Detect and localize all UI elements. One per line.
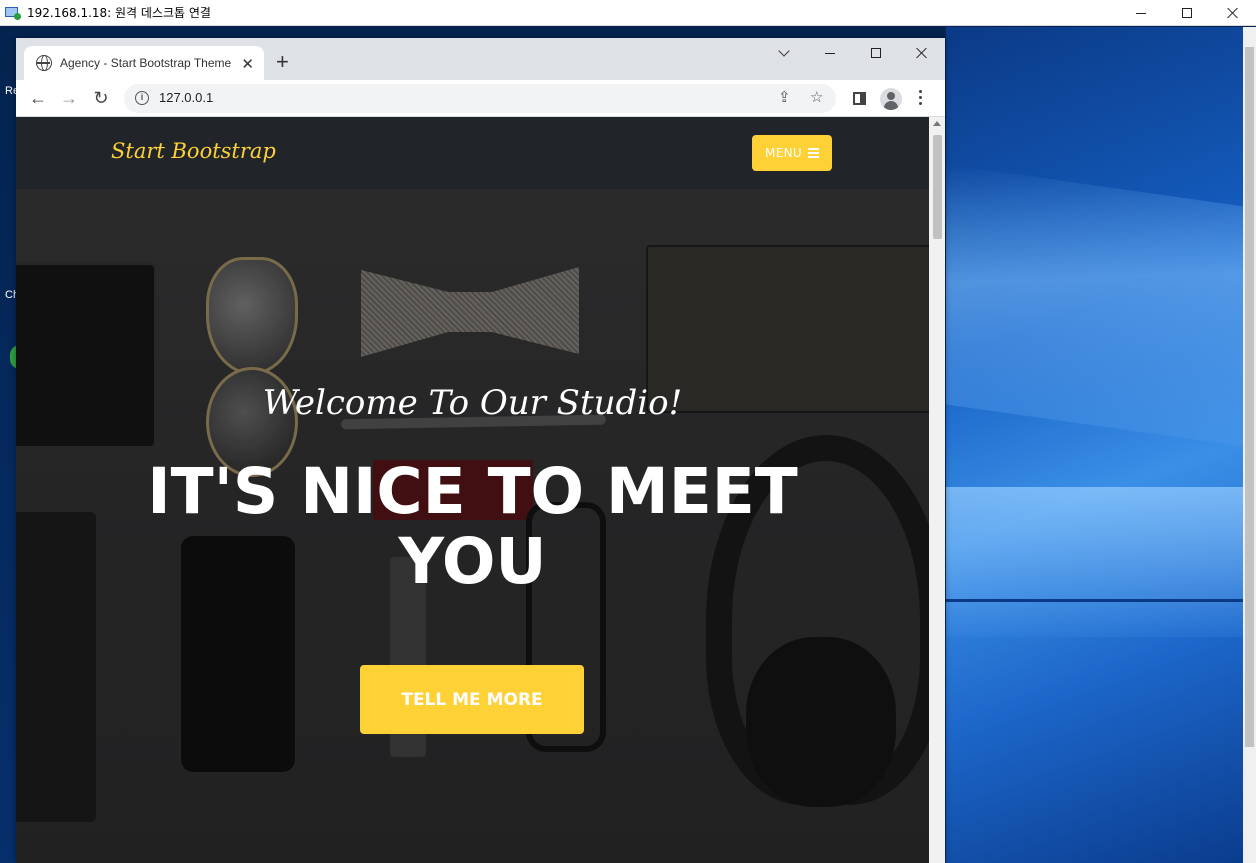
profile-avatar[interactable] — [880, 88, 902, 110]
maximize-icon — [871, 48, 881, 58]
browser-maximize-button[interactable] — [853, 38, 899, 68]
hero-heading: IT'S NICE TO MEET YOU — [147, 455, 798, 598]
close-icon — [916, 47, 928, 59]
share-icon[interactable]: ⇪ — [778, 88, 791, 106]
page-scrollbar-thumb[interactable] — [933, 135, 942, 239]
new-tab-button[interactable]: + — [276, 50, 289, 74]
remote-desktop-icon — [5, 5, 21, 21]
page-scrollbar[interactable] — [929, 117, 945, 863]
browser-window: Agency - Start Bootstrap Theme ✕ + ← → ↻… — [16, 38, 945, 863]
url-text[interactable]: 127.0.0.1 — [159, 90, 213, 105]
maximize-icon — [1182, 8, 1192, 18]
tab-title: Agency - Start Bootstrap Theme — [60, 56, 232, 70]
tab-close-icon[interactable]: ✕ — [241, 55, 254, 73]
rdp-window-title: 192.168.1.18: 원격 데스크톱 연결 — [27, 6, 211, 20]
wallpaper-line — [946, 599, 1256, 602]
browser-tab[interactable]: Agency - Start Bootstrap Theme ✕ — [24, 46, 264, 80]
menu-label: MENU — [765, 146, 802, 160]
tab-strip: Agency - Start Bootstrap Theme ✕ + — [16, 38, 945, 80]
tell-me-more-button[interactable]: TELL ME MORE — [360, 665, 584, 734]
browser-window-controls — [761, 38, 945, 68]
browser-menu-icon[interactable] — [919, 90, 923, 108]
rdp-close-button[interactable] — [1210, 0, 1256, 26]
browser-close-button[interactable] — [899, 38, 945, 68]
webpage: Start Bootstrap MENU Welcome To Our Stud… — [16, 117, 929, 863]
rdp-scrollbar-thumb[interactable] — [1245, 47, 1254, 747]
browser-toolbar: ← → ↻ i 127.0.0.1 ⇪ ☆ — [16, 80, 945, 117]
wallpaper-light — [946, 27, 1256, 863]
tab-search-button[interactable] — [761, 38, 807, 68]
wallpaper-beam — [946, 164, 1256, 450]
side-panel-icon[interactable] — [853, 92, 866, 105]
cta-label: TELL ME MORE — [401, 689, 543, 710]
rdp-scrollbar[interactable] — [1243, 27, 1256, 863]
site-navbar: Start Bootstrap MENU — [16, 117, 929, 189]
chevron-down-icon — [778, 45, 790, 57]
browser-minimize-button[interactable] — [807, 38, 853, 68]
site-info-icon[interactable]: i — [135, 91, 149, 105]
close-icon — [1227, 7, 1239, 19]
bookmark-star-icon[interactable]: ☆ — [810, 88, 823, 106]
rdp-titlebar: 192.168.1.18: 원격 데스크톱 연결 — [0, 0, 1256, 26]
minimize-icon — [1136, 12, 1146, 14]
globe-icon — [36, 55, 52, 71]
rdp-minimize-button[interactable] — [1118, 0, 1164, 26]
reload-button[interactable]: ↻ — [89, 86, 113, 110]
hamburger-icon — [807, 146, 819, 160]
minimize-icon — [825, 52, 835, 54]
rdp-window-controls — [1118, 0, 1256, 26]
back-button[interactable]: ← — [26, 86, 50, 110]
menu-toggle-button[interactable]: MENU — [752, 135, 832, 171]
hero-subheading: Welcome To Our Studio! — [262, 383, 683, 423]
wallpaper-beam — [946, 487, 1256, 637]
scroll-up-arrow-icon[interactable] — [933, 121, 941, 126]
rdp-maximize-button[interactable] — [1164, 0, 1210, 26]
address-bar[interactable]: i 127.0.0.1 ⇪ ☆ — [124, 84, 836, 113]
forward-button[interactable]: → — [57, 86, 81, 110]
site-brand[interactable]: Start Bootstrap — [111, 139, 276, 163]
